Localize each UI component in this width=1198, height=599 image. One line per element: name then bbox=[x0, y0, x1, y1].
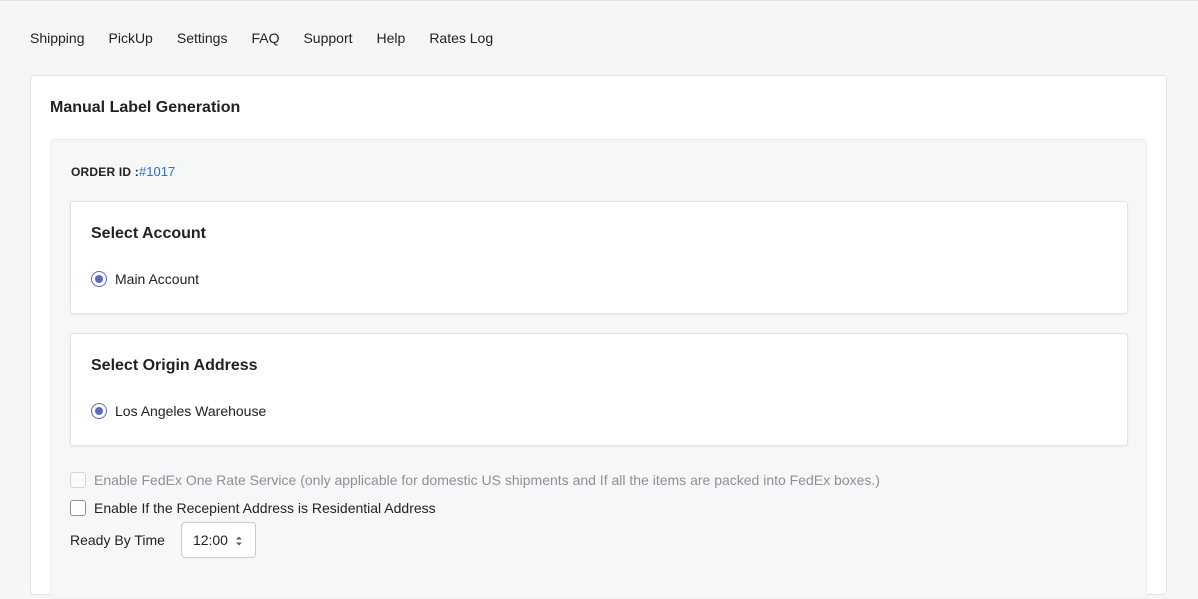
nav-support[interactable]: Support bbox=[303, 29, 352, 47]
top-divider bbox=[0, 0, 1198, 1]
ready-by-row: Ready By Time 12:00 bbox=[70, 522, 256, 558]
los-angeles-label: Los Angeles Warehouse bbox=[115, 403, 267, 419]
residential-option[interactable]: Enable If the Recepient Address is Resid… bbox=[70, 500, 436, 516]
select-origin-box: Select Origin Address Los Angeles Wareho… bbox=[70, 333, 1128, 446]
one-rate-option[interactable]: Enable FedEx One Rate Service (only appl… bbox=[70, 472, 880, 488]
nav-help[interactable]: Help bbox=[377, 29, 406, 47]
nav-shipping[interactable]: Shipping bbox=[30, 29, 85, 47]
radio-selected-dot bbox=[95, 275, 103, 283]
residential-checkbox[interactable] bbox=[70, 500, 86, 516]
main-account-radio-option[interactable]: Main Account bbox=[91, 271, 199, 287]
order-id: ORDER ID :#1017 bbox=[71, 164, 175, 179]
nav-faq[interactable]: FAQ bbox=[251, 29, 279, 47]
nav-pickup[interactable]: PickUp bbox=[109, 29, 153, 47]
one-rate-checkbox[interactable] bbox=[70, 472, 86, 488]
ready-by-label: Ready By Time bbox=[70, 532, 165, 548]
nav-rates-log[interactable]: Rates Log bbox=[429, 29, 493, 47]
select-account-box: Select Account Main Account bbox=[70, 201, 1128, 314]
order-id-link[interactable]: #1017 bbox=[139, 164, 175, 179]
one-rate-label: Enable FedEx One Rate Service (only appl… bbox=[94, 472, 880, 488]
ready-by-time-value: 12:00 bbox=[192, 532, 228, 548]
main-account-radio[interactable] bbox=[91, 271, 107, 287]
label-form-panel: ORDER ID :#1017 Select Account Main Acco… bbox=[50, 139, 1147, 599]
manual-label-card: Manual Label Generation ORDER ID :#1017 … bbox=[30, 75, 1167, 599]
order-id-label: ORDER ID : bbox=[71, 165, 139, 179]
nav-settings[interactable]: Settings bbox=[177, 29, 228, 47]
top-nav: Shipping PickUp Settings FAQ Support Hel… bbox=[30, 29, 517, 47]
los-angeles-radio[interactable] bbox=[91, 403, 107, 419]
los-angeles-radio-option[interactable]: Los Angeles Warehouse bbox=[91, 403, 266, 419]
main-account-label: Main Account bbox=[115, 271, 200, 287]
select-account-title: Select Account bbox=[91, 225, 206, 242]
residential-label: Enable If the Recepient Address is Resid… bbox=[94, 500, 436, 516]
select-origin-title: Select Origin Address bbox=[91, 357, 258, 374]
page-title: Manual Label Generation bbox=[50, 99, 241, 116]
radio-selected-dot bbox=[95, 407, 103, 415]
select-arrows-icon bbox=[235, 536, 242, 546]
ready-by-time-select[interactable]: 12:00 bbox=[180, 522, 256, 558]
